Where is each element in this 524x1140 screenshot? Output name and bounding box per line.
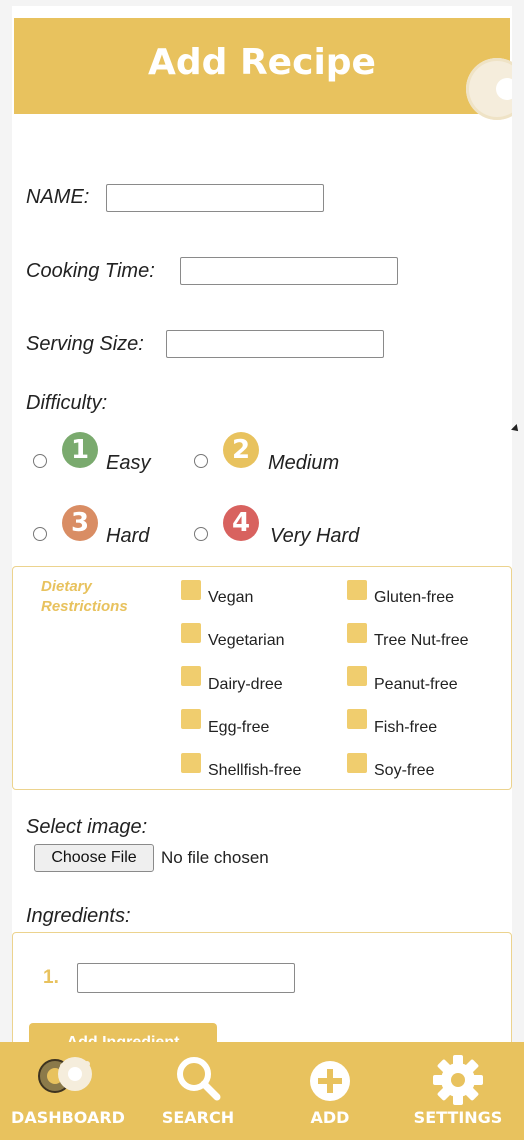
- tree-nut-free-label: Tree Nut-free: [374, 632, 469, 649]
- difficulty-1-badge: 1: [62, 432, 98, 468]
- nav-settings[interactable]: SETTINGS: [392, 1042, 524, 1140]
- fish-free-checkbox[interactable]: [347, 709, 367, 729]
- fish-free-label: Fish-free: [374, 719, 438, 736]
- bottom-navigation: DASHBOARD SEARCH ADD SETTINGS: [0, 1042, 524, 1140]
- nav-add-label: ADD: [310, 1108, 350, 1127]
- peanut-free-label: Peanut-free: [374, 676, 458, 693]
- vegan-checkbox[interactable]: [181, 580, 201, 600]
- vegetarian-label: Vegetarian: [208, 632, 285, 649]
- difficulty-easy-label: Easy: [106, 452, 151, 474]
- cooking-time-input[interactable]: [180, 257, 398, 285]
- mouse-cursor: [511, 424, 521, 434]
- difficulty-4-badge: 4: [223, 505, 259, 541]
- difficulty-very-hard-label: Very Hard: [270, 525, 360, 547]
- dairy-free-label: Dairy-dree: [208, 676, 283, 693]
- vegetarian-checkbox[interactable]: [181, 623, 201, 643]
- nav-add[interactable]: ADD: [268, 1042, 392, 1140]
- egg-free-checkbox[interactable]: [181, 709, 201, 729]
- soy-free-checkbox[interactable]: [347, 753, 367, 773]
- donut-icon: [33, 1054, 103, 1099]
- gluten-free-checkbox[interactable]: [347, 580, 367, 600]
- name-input[interactable]: [106, 184, 324, 212]
- choose-file-button[interactable]: Choose File: [34, 844, 154, 872]
- tree-nut-free-checkbox[interactable]: [347, 623, 367, 643]
- nav-dashboard-label: DASHBOARD: [11, 1108, 125, 1127]
- cooking-time-label: Cooking Time:: [26, 260, 155, 282]
- select-image-label: Select image:: [26, 816, 148, 838]
- ingredient-input[interactable]: [77, 963, 295, 993]
- difficulty-medium-label: Medium: [268, 452, 340, 474]
- nav-search[interactable]: SEARCH: [136, 1042, 260, 1140]
- nav-dashboard[interactable]: DASHBOARD: [0, 1042, 136, 1140]
- difficulty-3-badge: 3: [62, 505, 98, 541]
- dairy-free-checkbox[interactable]: [181, 666, 201, 686]
- peanut-free-checkbox[interactable]: [347, 666, 367, 686]
- difficulty-label: Difficulty:: [26, 392, 108, 414]
- dietary-restrictions-title: Dietary Restrictions: [41, 578, 128, 615]
- serving-size-input[interactable]: [166, 330, 384, 358]
- serving-size-label: Serving Size:: [26, 333, 144, 355]
- name-label: NAME:: [26, 186, 90, 208]
- nav-search-label: SEARCH: [161, 1108, 235, 1127]
- difficulty-easy-radio[interactable]: [33, 454, 47, 468]
- dietary-restrictions-panel: Dietary Restrictions Vegan Gluten-free V…: [12, 566, 512, 790]
- add-recipe-form: Add Recipe NAME: Cooking Time: Serving S…: [12, 6, 512, 1140]
- soy-free-label: Soy-free: [374, 762, 435, 779]
- egg-free-label: Egg-free: [208, 719, 270, 736]
- page-title: Add Recipe: [148, 42, 376, 83]
- difficulty-hard-label: Hard: [106, 525, 150, 547]
- gluten-free-label: Gluten-free: [374, 589, 455, 606]
- difficulty-hard-radio[interactable]: [33, 527, 47, 541]
- add-circle-icon: [309, 1060, 351, 1107]
- shellfish-free-label: Shellfish-free: [208, 762, 302, 779]
- page-header: Add Recipe: [14, 18, 512, 120]
- difficulty-2-badge: 2: [223, 432, 259, 468]
- difficulty-medium-radio[interactable]: [194, 454, 208, 468]
- file-status-text: No file chosen: [161, 848, 269, 867]
- ingredients-label: Ingredients:: [26, 905, 131, 927]
- ingredient-number: 1.: [43, 967, 59, 988]
- nav-settings-label: SETTINGS: [413, 1108, 503, 1127]
- shellfish-free-checkbox[interactable]: [181, 753, 201, 773]
- difficulty-very-hard-radio[interactable]: [194, 527, 208, 541]
- gear-icon: [432, 1054, 484, 1111]
- vegan-label: Vegan: [208, 589, 254, 606]
- search-icon: [174, 1054, 222, 1107]
